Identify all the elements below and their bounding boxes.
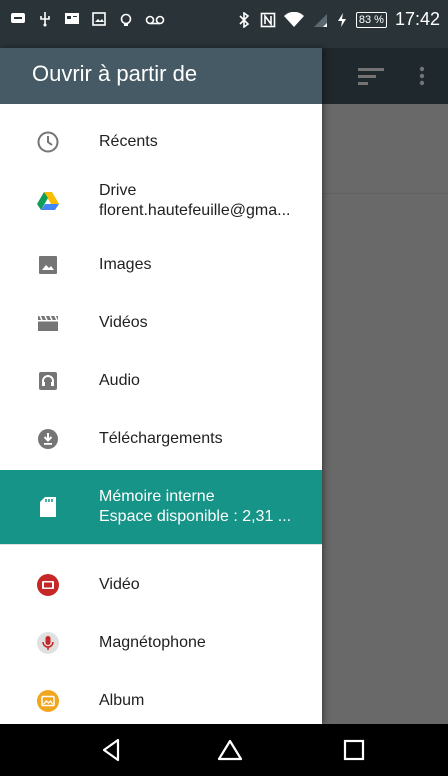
back-icon[interactable] <box>98 736 126 764</box>
drawer-item-internal-storage[interactable]: Mémoire interne Espace disponible : 2,31… <box>0 470 322 544</box>
battery-indicator: 83 % <box>355 11 387 28</box>
home-icon[interactable] <box>216 736 244 764</box>
google-drive-icon <box>37 192 59 210</box>
news-icon <box>65 13 79 24</box>
microphone-icon <box>37 632 59 654</box>
wifi-icon <box>283 11 304 27</box>
drawer-item-sublabel: Espace disponible : 2,31 ... <box>99 508 292 525</box>
drawer-item-label: Mémoire interne <box>99 488 215 505</box>
image-icon <box>39 256 57 274</box>
charging-icon <box>337 12 346 27</box>
notification-icons <box>10 11 165 27</box>
video-app-icon <box>37 574 59 596</box>
drawer-item-label: Magnétophone <box>99 634 206 651</box>
clock: 17:42 <box>394 9 440 29</box>
drawer-item-drive[interactable]: Drive florent.hautefeuille@gma... <box>0 170 322 232</box>
drawer-item-label: Audio <box>99 372 140 389</box>
drawer-item-label: Vidéos <box>99 314 148 331</box>
drawer-divider <box>0 544 322 545</box>
drawer-item-audio[interactable]: Audio <box>0 352 322 410</box>
video-clapper-icon <box>38 315 58 331</box>
system-icons: 83 % 17:42 <box>236 9 440 30</box>
drawer-item-recorder[interactable]: Magnétophone <box>0 614 322 672</box>
nfc-icon <box>260 12 276 27</box>
album-icon <box>37 690 59 712</box>
lightbulb-icon <box>120 13 132 26</box>
drawer-item-recents[interactable]: Récents <box>0 114 322 170</box>
drawer-item-label: Album <box>99 692 145 709</box>
drawer-item-album[interactable]: Album <box>0 672 322 724</box>
bluetooth-icon <box>239 11 250 28</box>
drawer-item-video-app[interactable]: Vidéo <box>0 556 322 614</box>
gallery-icon <box>92 12 106 26</box>
message-icon <box>11 13 25 23</box>
drawer-item-label: Récents <box>99 133 158 150</box>
drawer-item-images[interactable]: Images <box>0 236 322 294</box>
download-icon <box>38 429 58 449</box>
drawer-item-label: Images <box>99 256 152 273</box>
status-bar: 83 % 17:42 <box>0 0 448 48</box>
drawer-item-sublabel: florent.hautefeuille@gma... <box>99 202 291 219</box>
drawer-title: Ouvrir à partir de <box>0 48 322 104</box>
voicemail-icon <box>145 15 165 25</box>
drawer-item-downloads[interactable]: Téléchargements <box>0 410 322 468</box>
clock-icon <box>37 131 59 153</box>
navigation-bar <box>0 724 448 776</box>
signal-icon <box>313 13 327 27</box>
headphones-icon <box>39 372 57 390</box>
sd-card-icon <box>40 497 56 517</box>
open-from-drawer: Ouvrir à partir de Récents Drive florent… <box>0 48 322 724</box>
drawer-item-label: Vidéo <box>99 576 140 593</box>
drawer-item-label: Drive <box>99 182 137 199</box>
recents-icon[interactable] <box>340 736 368 764</box>
drawer-item-label: Téléchargements <box>99 430 223 447</box>
drawer-item-videos[interactable]: Vidéos <box>0 294 322 352</box>
usb-icon <box>40 12 50 27</box>
